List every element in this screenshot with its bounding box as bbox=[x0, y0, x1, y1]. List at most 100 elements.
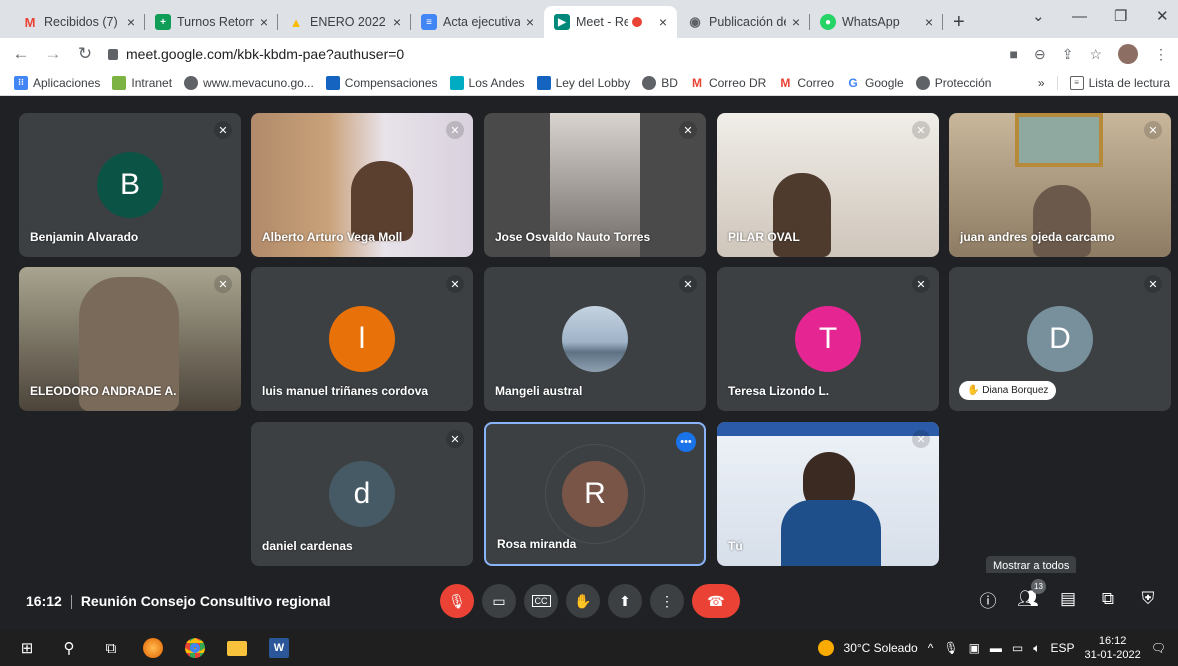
tab-whatsapp[interactable]: ● WhatsApp × bbox=[810, 6, 943, 38]
more-bookmarks-button[interactable]: » bbox=[1038, 76, 1045, 90]
participant-tile[interactable]: T ✕ Teresa Lizondo L. bbox=[717, 267, 939, 411]
meet-video-grid: B ✕ Benjamin Alvarado ✕ Alberto Arturo V… bbox=[0, 97, 1178, 573]
weather-sun-icon bbox=[817, 640, 834, 656]
clock[interactable]: 16:12 31-01-2022 bbox=[1084, 634, 1140, 662]
participant-video[interactable]: ✕ juan andres ojeda carcamo bbox=[949, 113, 1171, 257]
firefox-icon[interactable] bbox=[140, 635, 166, 661]
leave-call-button[interactable]: ☎ bbox=[692, 584, 740, 618]
volume-icon[interactable]: 🔈︎ bbox=[1033, 641, 1040, 656]
close-icon[interactable]: × bbox=[260, 14, 268, 30]
participant-name: Jose Osvaldo Nauto Torres bbox=[495, 230, 651, 244]
chrome-icon[interactable] bbox=[182, 635, 208, 661]
close-icon[interactable]: × bbox=[526, 14, 534, 30]
new-tab-button[interactable]: + bbox=[953, 6, 965, 38]
participant-tile[interactable]: B ✕ Benjamin Alvarado bbox=[19, 113, 241, 257]
participant-avatar: T bbox=[795, 306, 861, 372]
mountain-icon bbox=[449, 75, 464, 90]
participant-avatar: B bbox=[97, 152, 163, 218]
bookmark-compensaciones[interactable]: Compensaciones bbox=[325, 75, 438, 90]
url-field[interactable]: meet.google.com/kbk-kbdm-pae?authuser=0 bbox=[108, 46, 404, 62]
reload-icon[interactable]: ↻ bbox=[74, 44, 96, 64]
bookmark-google[interactable]: G Google bbox=[846, 76, 903, 90]
chat-icon: ▤ bbox=[1059, 589, 1077, 608]
bookmark-intranet[interactable]: Intranet bbox=[112, 75, 172, 90]
participant-video[interactable]: ✕ PILAR OVAL bbox=[717, 113, 939, 257]
forward-icon[interactable]: → bbox=[42, 44, 64, 64]
bookmark-bd[interactable]: BD bbox=[642, 75, 678, 90]
participant-tile[interactable]: D ✕ ✋ Diana Borquez bbox=[949, 267, 1171, 411]
minimize-button[interactable]: — bbox=[1072, 0, 1087, 32]
bookmark-star-icon[interactable]: ☆ bbox=[1089, 46, 1102, 63]
tab-meet[interactable]: ▶Meet - Rec× bbox=[544, 6, 677, 38]
participant-video[interactable]: ✕ Jose Osvaldo Nauto Torres bbox=[484, 113, 706, 257]
bookmark-correo[interactable]: M Correo bbox=[778, 76, 834, 90]
mic-off-icon: ✕ bbox=[912, 121, 930, 139]
profile-avatar[interactable] bbox=[1118, 44, 1138, 64]
close-icon[interactable]: × bbox=[127, 14, 135, 30]
participant-video[interactable]: ✕ ELEODORO ANDRADE A. bbox=[19, 267, 241, 411]
chevron-up-icon[interactable]: ^ bbox=[928, 641, 934, 655]
camera-icon[interactable]: ■ bbox=[1010, 46, 1018, 62]
bookmark-proteccion[interactable]: Protección bbox=[915, 75, 991, 90]
participant-count-badge: 13 bbox=[1031, 579, 1046, 594]
chat-button[interactable]: ▤ bbox=[1056, 585, 1080, 613]
self-video[interactable]: ✕ Tú bbox=[717, 422, 939, 566]
tab-acta[interactable]: ≡ Acta ejecutiva × bbox=[411, 6, 544, 38]
captions-button[interactable]: CC bbox=[524, 584, 558, 618]
more-options-icon[interactable]: ••• bbox=[676, 432, 696, 452]
file-explorer-icon[interactable] bbox=[224, 635, 250, 661]
maximize-button[interactable]: ❐ bbox=[1114, 0, 1127, 32]
share-icon[interactable]: ⇪ bbox=[1062, 46, 1074, 63]
globe-icon bbox=[915, 75, 930, 90]
host-controls-button[interactable]: ⛨ bbox=[1136, 585, 1160, 613]
windows-start-icon[interactable]: ⊞ bbox=[14, 635, 40, 661]
close-icon[interactable]: × bbox=[393, 14, 401, 30]
battery-icon[interactable]: ▬ bbox=[990, 641, 1002, 655]
back-icon[interactable]: ← bbox=[10, 44, 32, 64]
zoom-icon[interactable]: ⊖ bbox=[1034, 46, 1046, 63]
language-indicator[interactable]: ESP bbox=[1050, 641, 1074, 655]
people-button[interactable]: 👥︎ 13 bbox=[1016, 579, 1046, 613]
notifications-icon[interactable]: 🗨︎ bbox=[1151, 641, 1166, 655]
bookmark-ley-lobby[interactable]: Ley del Lobby bbox=[536, 75, 630, 90]
close-icon[interactable]: × bbox=[925, 14, 933, 30]
participant-tile[interactable]: ✕ Mangeli austral bbox=[484, 267, 706, 411]
windows-taskbar: ⊞ ⚲ ⧉ W 30°C Soleado ^ 🎙︎ ▣ ▬ ▭ 🔈︎ ESP 1… bbox=[0, 630, 1178, 666]
bookmark-aplicaciones[interactable]: ⁝⁝ Aplicaciones bbox=[14, 75, 100, 90]
more-options-button[interactable]: ⋮ bbox=[650, 584, 684, 618]
task-view-icon[interactable]: ⧉ bbox=[98, 635, 124, 661]
participant-name: Mangeli austral bbox=[495, 384, 583, 398]
drive-icon: ▲ bbox=[289, 14, 303, 30]
bookmark-mevacuno[interactable]: www.mevacuno.go... bbox=[184, 75, 314, 90]
tab-turnos[interactable]: +Turnos Retorno× bbox=[145, 6, 278, 38]
close-window-button[interactable]: ✕ bbox=[1156, 0, 1169, 32]
meeting-details[interactable]: 16:12 Reunión Consejo Consultivo regional bbox=[26, 593, 331, 610]
app-tray-icon[interactable]: ▣ bbox=[969, 641, 980, 655]
weather-label[interactable]: 30°C Soleado bbox=[844, 641, 918, 655]
mic-toggle-button[interactable]: 🎙︎ bbox=[440, 584, 474, 618]
hand-icon: ✋ bbox=[574, 592, 592, 609]
microphone-icon: 🎙︎ bbox=[943, 641, 959, 655]
activities-button[interactable]: ⧉ bbox=[1096, 585, 1120, 613]
search-icon[interactable]: ⚲ bbox=[56, 635, 82, 661]
bookmark-los-andes[interactable]: Los Andes bbox=[449, 75, 525, 90]
menu-icon[interactable]: ⋮ bbox=[1154, 46, 1168, 63]
reading-list-button[interactable]: ≡ Lista de lectura bbox=[1069, 75, 1170, 90]
participant-video[interactable]: ✕ Alberto Arturo Vega Moll bbox=[251, 113, 473, 257]
participant-tile[interactable]: d ✕ daniel cardenas bbox=[251, 422, 473, 566]
tab-enero[interactable]: ▲ ENERO 2022 - × bbox=[278, 6, 411, 38]
word-icon[interactable]: W bbox=[266, 635, 292, 661]
close-icon[interactable]: × bbox=[792, 14, 800, 30]
meeting-info-button[interactable]: ⓘ bbox=[976, 585, 1000, 613]
participant-tile[interactable]: l ✕ luis manuel triñanes cordova bbox=[251, 267, 473, 411]
network-icon[interactable]: ▭ bbox=[1012, 641, 1023, 655]
present-button[interactable]: ⬆ bbox=[608, 584, 642, 618]
bookmark-correo-dr[interactable]: M Correo DR bbox=[690, 76, 766, 90]
tab-recibidos[interactable]: M Recibidos (7) - × bbox=[12, 6, 145, 38]
tab-publicacion[interactable]: ◉ Publicación del × bbox=[677, 6, 810, 38]
raise-hand-button[interactable]: ✋ bbox=[566, 584, 600, 618]
camera-toggle-button[interactable]: ▭ bbox=[482, 584, 516, 618]
close-icon[interactable]: × bbox=[659, 14, 667, 30]
tab-search-icon[interactable]: ⌄ bbox=[1032, 0, 1045, 32]
participant-tile-speaking[interactable]: R ••• Rosa miranda bbox=[484, 422, 706, 566]
